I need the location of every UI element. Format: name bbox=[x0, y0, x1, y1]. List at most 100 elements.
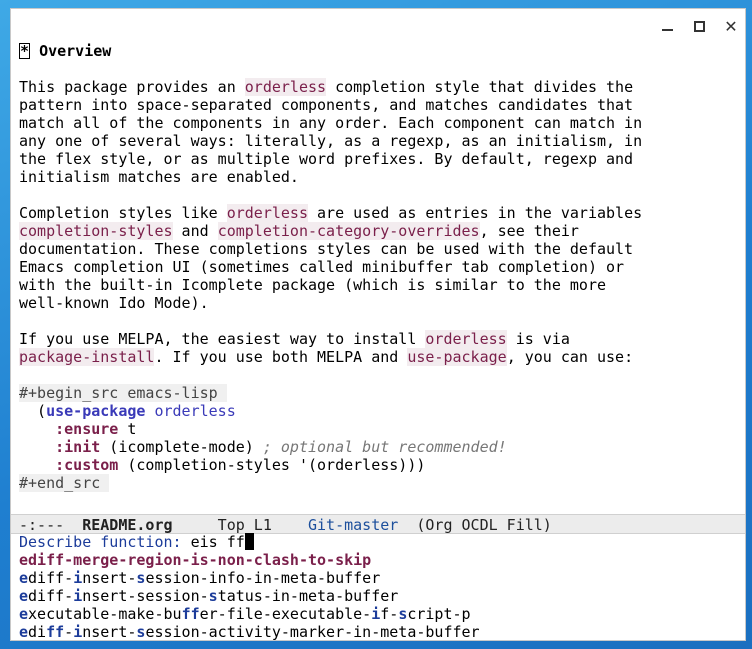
meta-span: #+end_src bbox=[19, 474, 110, 492]
candidate-text: ediff-merge-region-is-non-clash-to-skip bbox=[19, 551, 372, 569]
code-symbol: orderless bbox=[154, 402, 236, 420]
minimize-icon bbox=[661, 29, 673, 31]
text-line: package-install. If you use both MELPA a… bbox=[11, 348, 745, 366]
text-span: and bbox=[172, 222, 218, 240]
candidate-text: di bbox=[28, 623, 47, 641]
maximize-icon bbox=[693, 20, 705, 32]
code-span: completion-category-overrides bbox=[217, 222, 480, 240]
completion-candidate[interactable]: executable-make-buffer-file-executable-i… bbox=[11, 605, 745, 623]
src-block-end: #+end_src bbox=[11, 474, 745, 492]
modeline-git-branch[interactable]: Git-master bbox=[308, 516, 398, 534]
close-button[interactable]: ✕ bbox=[720, 15, 742, 37]
maximize-button[interactable] bbox=[688, 15, 710, 37]
candidate-match: ff bbox=[181, 605, 200, 623]
text-line: any one of several ways: literally, as a… bbox=[19, 132, 643, 150]
code-span: use-package bbox=[407, 348, 507, 366]
heading-star: * bbox=[19, 42, 31, 60]
text-span: . If you use both MELPA and bbox=[154, 348, 408, 366]
mode-line[interactable]: -:--- README.org Top L1 Git-master (Org … bbox=[11, 514, 745, 534]
candidate-match: e bbox=[19, 623, 29, 641]
candidate-match: e bbox=[19, 605, 29, 623]
modeline-buffer-name[interactable]: README.org bbox=[82, 516, 172, 534]
candidate-text: diff- bbox=[28, 587, 74, 605]
candidate-text: ession-info-in-meta-buffer bbox=[145, 569, 381, 587]
candidate-text: diff- bbox=[28, 569, 74, 587]
text-line: If you use MELPA, the easiest way to ins… bbox=[11, 330, 745, 348]
editor-buffer[interactable]: * Overview This package provides an orde… bbox=[11, 42, 745, 514]
text-line: Completion styles like orderless are use… bbox=[11, 204, 745, 222]
candidate-match: e bbox=[19, 569, 29, 587]
completion-candidate[interactable]: ediff-insert-session-status-in-meta-buff… bbox=[11, 587, 745, 605]
text-line: Emacs completion UI (sometimes called mi… bbox=[19, 258, 625, 276]
text-line: This package provides an orderless compl… bbox=[11, 78, 745, 96]
text-line: completion-styles and completion-categor… bbox=[11, 222, 745, 240]
completion-candidate-selected[interactable]: ediff-merge-region-is-non-clash-to-skip bbox=[11, 551, 745, 569]
minibuffer-prompt-line[interactable]: Describe function: eis ff bbox=[11, 533, 745, 551]
candidate-text: - bbox=[64, 623, 74, 641]
completion-candidate[interactable]: ediff-insert-session-activity-marker-in-… bbox=[11, 623, 745, 641]
text-span: Completion styles like bbox=[19, 204, 227, 222]
candidate-match: i bbox=[73, 623, 83, 641]
code-keyword: :ensure bbox=[55, 420, 119, 438]
code-keyword: :custom bbox=[55, 456, 119, 474]
text-span: is via bbox=[506, 330, 570, 348]
text-span: , see their bbox=[479, 222, 579, 240]
minibuffer-input[interactable]: eis ff bbox=[191, 533, 245, 551]
candidate-text: ession-activity-marker-in-meta-buffer bbox=[145, 623, 480, 641]
text-line: documentation. These completions styles … bbox=[19, 240, 634, 258]
text-span: are used as entries in the variables bbox=[308, 204, 643, 222]
candidate-text: nsert- bbox=[82, 569, 137, 587]
meta-span: #+begin_src emacs-lisp bbox=[19, 384, 227, 402]
candidate-match: i bbox=[371, 605, 381, 623]
candidate-match: s bbox=[398, 605, 408, 623]
code-span: completion-styles bbox=[19, 222, 173, 240]
code-text: ( bbox=[19, 402, 47, 420]
candidate-match: i bbox=[73, 587, 83, 605]
completion-candidate[interactable]: ediff-insert-session-info-in-meta-buffer bbox=[11, 569, 745, 587]
close-icon: ✕ bbox=[724, 16, 738, 36]
code-text: t bbox=[118, 420, 137, 438]
code-keyword: :init bbox=[55, 438, 101, 456]
text-line: pattern into space-separated components,… bbox=[19, 96, 634, 114]
text-span: completion style that divides the bbox=[326, 78, 634, 96]
text-cursor bbox=[244, 533, 254, 550]
modeline-modes[interactable]: (Org OCDL Fill) bbox=[398, 516, 551, 534]
code-text: (icomplete-mode) bbox=[100, 438, 263, 456]
org-heading: * Overview bbox=[11, 42, 745, 60]
candidate-text: nsert- bbox=[82, 623, 137, 641]
text-line: with the built-in Icomplete package (whi… bbox=[19, 276, 606, 294]
text-span: , you can use: bbox=[506, 348, 634, 366]
candidate-match: i bbox=[73, 569, 83, 587]
src-line: :custom (completion-styles '(orderless))… bbox=[11, 456, 745, 474]
minimize-button[interactable] bbox=[656, 15, 678, 37]
heading-text: Overview bbox=[39, 42, 112, 60]
candidate-text: xecutable-make-bu bbox=[28, 605, 182, 623]
candidate-text: f- bbox=[380, 605, 399, 623]
text-line: well-known Ido Mode). bbox=[19, 294, 209, 312]
src-line: :ensure t bbox=[11, 420, 745, 438]
src-line: :init (icomplete-mode) ; optional but re… bbox=[11, 438, 745, 456]
src-block-begin: #+begin_src emacs-lisp bbox=[11, 384, 745, 402]
candidate-match: s bbox=[208, 587, 218, 605]
text-line: the flex style, or as multiple word pref… bbox=[19, 150, 634, 168]
candidate-text: er-file-executable- bbox=[199, 605, 372, 623]
code-text: (completion-styles '(orderless))) bbox=[118, 456, 426, 474]
title-bar: ✕ bbox=[11, 9, 745, 42]
text-line: match all of the components in any order… bbox=[19, 114, 643, 132]
candidate-text: cript-p bbox=[407, 605, 471, 623]
code-span: orderless bbox=[226, 204, 308, 222]
code-macro: use-package bbox=[46, 402, 146, 420]
emacs-window: ✕ * Overview This package provides an or… bbox=[10, 8, 746, 641]
minibuffer-prompt: Describe function: bbox=[19, 533, 191, 551]
candidate-match: e bbox=[19, 587, 29, 605]
modeline-position: Top L1 bbox=[172, 516, 308, 534]
minibuffer[interactable]: Describe function: eis ff ediff-merge-re… bbox=[11, 533, 745, 641]
candidate-match: ff bbox=[46, 623, 65, 641]
text-span: This package provides an bbox=[19, 78, 245, 96]
text-line: initialism matches are enabled. bbox=[19, 168, 299, 186]
